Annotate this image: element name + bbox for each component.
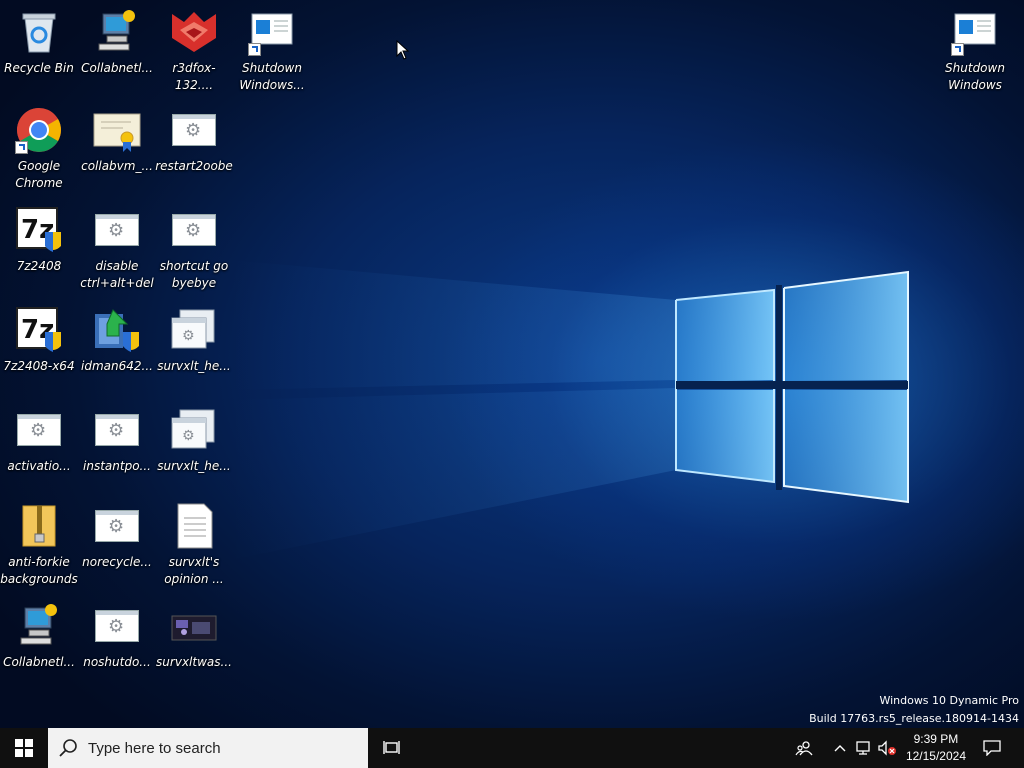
task-view-icon [383,741,400,754]
icon-label: survxlt's opinion ... [164,555,224,586]
taskbar-clock[interactable]: 9:39 PM 12/15/2024 [906,731,966,765]
script-window-icon: ⚙ [170,406,218,454]
desktop-icon-collabvm[interactable]: collabvm_... [78,100,156,192]
desktop-icon-survxlt-he-2[interactable]: ⚙ survxlt_he... [155,400,233,492]
desktop-icon-collabnet-2[interactable]: Collabnetl... [0,596,78,688]
icon-label: shortcut go byebye [159,259,229,290]
clock-time: 9:39 PM [913,732,959,746]
desktop-icon-survxlt-opinion[interactable]: survxlt's opinion ... [155,496,233,588]
desktop-icon-disable-ctrl-alt-del[interactable]: disable ctrl+alt+del [78,200,156,292]
icon-label: Recycle Bin [4,61,74,75]
icon-label: anti-forkie backgrounds [0,555,78,586]
icon-label: survxltwas... [156,655,232,669]
windows-logo-icon [15,739,33,757]
desktop-icon-shutdown-windows-1[interactable]: Shutdown Windows... [233,2,311,94]
icon-label: r3dfox-132.... [172,61,216,92]
show-hidden-icons-button[interactable] [830,728,850,768]
shortcut-arrow-icon [951,43,964,56]
desktop-icon-survxlt-he-1[interactable]: ⚙ survxlt_he... [155,300,233,392]
desktop-icon-collabnet-1[interactable]: Collabnetl... [78,2,156,94]
icon-label: 7z2408 [16,259,62,273]
network-computer-icon [93,8,141,56]
icon-label: activatio... [7,459,71,473]
mouse-cursor-icon [396,40,410,60]
recycle-bin-icon [15,8,63,56]
icon-label: idman642... [81,359,153,373]
script-icon [170,206,218,254]
network-button[interactable] [853,728,875,768]
notification-icon [983,740,1001,756]
certificate-icon [93,106,141,154]
chevron-up-icon [834,745,846,752]
desktop-icon-anti-forkie-backgrounds[interactable]: anti-forkie backgrounds [0,496,78,588]
zip-folder-icon [15,502,63,550]
icon-label: survxlt_he... [157,359,231,373]
icon-label: restart2oobe [155,159,233,173]
7zip-installer-icon: 7z [15,306,63,354]
icon-label: noshutdo... [83,655,151,669]
volume-button[interactable] [876,728,898,768]
script-icon [170,106,218,154]
volume-muted-icon [878,740,896,756]
desktop-icon-7z2408-x64[interactable]: 7z 7z2408-x64 [0,300,78,392]
desktop-icon-norecycle[interactable]: norecycle... [78,496,156,588]
icon-label: norecycle... [82,555,152,569]
svg-text:⚙: ⚙ [182,328,195,344]
r3dfox-icon [170,8,218,56]
search-icon [59,739,77,757]
icon-label: Shutdown Windows... [239,61,305,92]
text-file-icon [170,502,218,550]
script-icon [93,502,141,550]
people-button[interactable] [792,728,816,768]
shortcut-arrow-icon [248,43,261,56]
search-placeholder: Type here to search [88,739,221,757]
shortcut-arrow-icon [15,141,28,154]
desktop-icon-survxltwas[interactable]: survxltwas... [155,596,233,688]
shutdown-window-icon [248,8,296,56]
desktop-icon-google-chrome[interactable]: Google Chrome [0,100,78,192]
clock-date: 12/15/2024 [905,749,966,763]
icon-label: Google Chrome [15,159,63,190]
taskbar-search-box[interactable]: Type here to search [48,728,368,768]
icon-label: Shutdown Windows [945,61,1005,92]
desktop-icon-idman[interactable]: idman642... [78,300,156,392]
icon-label: disable ctrl+alt+del [80,259,154,290]
desktop-icon-shortcut-go-byebye[interactable]: shortcut go byebye [155,200,233,292]
task-view-button[interactable] [368,728,416,768]
start-button[interactable] [0,728,48,768]
desktop-icon-activation[interactable]: activatio... [0,400,78,492]
icon-label: Collabnetl... [81,61,153,75]
7zip-installer-icon: 7z [15,206,63,254]
network-computer-icon [15,602,63,650]
desktop[interactable]: Recycle Bin Google Chrome 7z 7z2408 7z 7… [0,0,1024,728]
script-icon [15,406,63,454]
shutdown-window-icon [951,8,999,56]
script-window-icon: ⚙ [170,306,218,354]
desktop-icon-restart2oobe[interactable]: restart2oobe [155,100,233,192]
script-icon [93,406,141,454]
script-icon [93,206,141,254]
desktop-icon-7z2408[interactable]: 7z 7z2408 [0,200,78,292]
icon-label: instantpo... [83,459,151,473]
script-icon [93,602,141,650]
network-icon [856,741,870,755]
icon-label: survxlt_he... [157,459,231,473]
people-icon [795,741,813,756]
svg-text:⚙: ⚙ [182,428,195,444]
idm-installer-icon [93,306,141,354]
watermark-build: Build 17763.rs5_release.180914-1434 [809,712,1019,725]
image-thumbnail-icon [170,602,218,650]
desktop-icon-r3dfox[interactable]: r3dfox-132.... [155,2,233,94]
desktop-icon-noshutdo[interactable]: noshutdo... [78,596,156,688]
watermark-edition: Windows 10 Dynamic Pro [879,694,1019,707]
desktop-icon-recycle-bin[interactable]: Recycle Bin [0,2,78,94]
windows-build-watermark: Windows 10 Dynamic Pro Build 17763.rs5_r… [809,692,1019,728]
icon-label: Collabnetl... [3,655,75,669]
desktop-icon-shutdown-windows-2[interactable]: Shutdown Windows [936,2,1014,94]
chrome-icon [15,106,63,154]
desktop-icon-instantpo[interactable]: instantpo... [78,400,156,492]
icon-label: 7z2408-x64 [3,359,75,373]
action-center-button[interactable] [978,728,1006,768]
icon-label: collabvm_... [81,159,153,173]
